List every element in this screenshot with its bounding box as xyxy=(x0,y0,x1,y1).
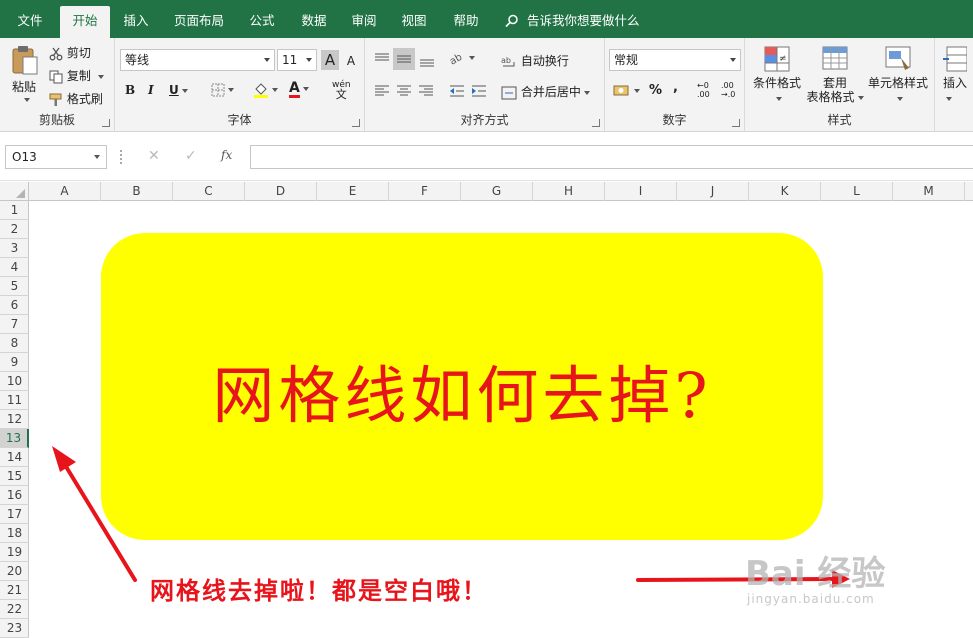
arrow-up-left-icon xyxy=(52,446,137,582)
watermark-url: jingyan.baidu.com xyxy=(747,592,875,606)
watermark-logo: Bai 经验 xyxy=(745,554,886,594)
watermark: Bai 经验 jingyan.baidu.com xyxy=(745,546,886,606)
annotation-arrows xyxy=(52,446,850,588)
caption-text: 网格线去掉啦！都是空白哦！ xyxy=(150,576,488,605)
